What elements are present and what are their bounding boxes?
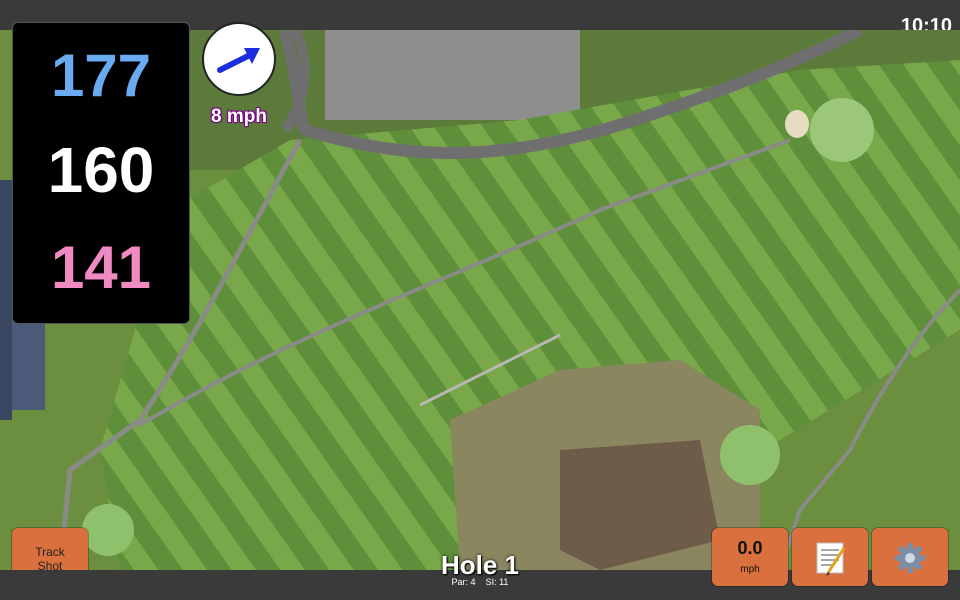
wind-direction-indicator xyxy=(202,22,276,96)
gear-icon xyxy=(895,543,925,573)
notepad-icon xyxy=(816,542,846,576)
track-shot-label-line1: Track xyxy=(35,545,65,559)
si-label: SI: 11 xyxy=(485,577,509,587)
distance-back: 177 xyxy=(50,42,152,109)
wind-speed-label: 8 mph xyxy=(211,106,267,127)
par-label: Par: 4 xyxy=(451,577,476,587)
arrow-icon xyxy=(217,48,260,73)
wind-unit: mph xyxy=(740,564,760,575)
wind-value: 0.0 xyxy=(737,538,763,558)
settings-button[interactable] xyxy=(872,528,948,586)
distance-front: 141 xyxy=(50,234,152,301)
distance-middle: 160 xyxy=(47,134,155,206)
notes-button[interactable] xyxy=(792,528,868,586)
wind-speed-button[interactable]: 0.0 mph xyxy=(712,528,788,586)
hole-info: Par: 4 SI: 11 xyxy=(380,577,580,587)
distance-panel: 177 160 141 xyxy=(12,22,190,324)
